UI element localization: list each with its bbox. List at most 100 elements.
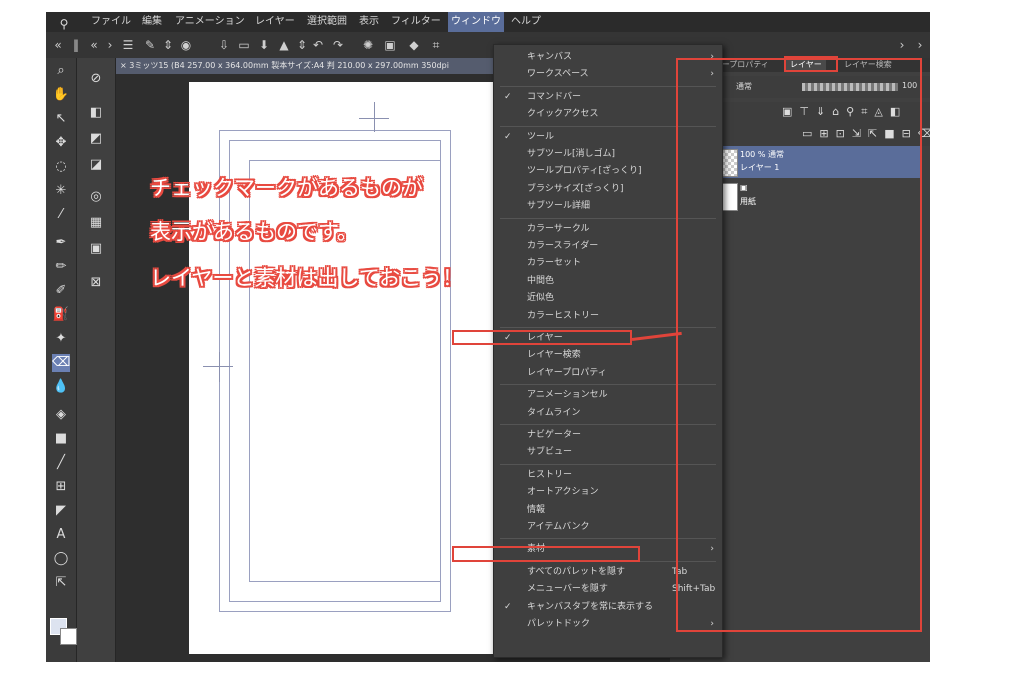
text-icon[interactable]: A <box>52 526 70 544</box>
sub-color-swatch[interactable] <box>60 628 77 645</box>
brush-icon[interactable]: ✐ <box>52 282 70 300</box>
eraser-icon[interactable]: ⌫ <box>52 354 70 372</box>
loading-icon[interactable]: ✺ <box>360 37 376 53</box>
open-folder-icon[interactable]: ▭ <box>236 37 252 53</box>
highlight-layer-palette <box>676 58 922 632</box>
expand-icon[interactable]: › <box>102 37 118 53</box>
eraser-soft-icon[interactable]: ◩ <box>87 130 105 148</box>
eraser-rough-icon[interactable]: ⊘ <box>87 70 105 88</box>
annotation-line-3: レイヤーと素材は出しておこう！ <box>150 266 464 290</box>
redo-icon[interactable]: ↷ <box>330 37 346 53</box>
airbrush-icon[interactable]: ⛽ <box>52 306 70 324</box>
menu-item-label: カラーヒストリー <box>527 310 600 321</box>
menu-edit[interactable]: 編集 <box>139 12 165 32</box>
zoom-icon[interactable]: ⌕ <box>52 62 70 80</box>
menu-item-label: レイヤープロパティ <box>527 367 607 378</box>
menu-item-label: アイテムバンク <box>527 522 590 532</box>
save-icon[interactable]: ⬇ <box>256 37 272 53</box>
menu-layer[interactable]: レイヤー <box>252 12 298 32</box>
check-icon: ✓ <box>504 601 512 612</box>
menu-item-label: オートアクション <box>527 487 599 498</box>
menu-item-label: ナビゲーター <box>527 430 582 440</box>
gradient-icon[interactable]: ■ <box>52 430 70 448</box>
menu-item-label: タイムライン <box>527 407 581 418</box>
annotation-line-1: チェックマークがあるものが <box>150 176 423 200</box>
eyedropper-icon[interactable]: ⁄ <box>52 206 70 224</box>
menu-item-label: カラースライダー <box>527 241 599 251</box>
move-icon[interactable]: ✥ <box>52 134 70 152</box>
stepper-icon-2[interactable]: ⇕ <box>294 37 310 53</box>
check-icon: ✓ <box>504 131 512 142</box>
eraser-layer-icon[interactable]: ▦ <box>87 214 105 232</box>
eraser-mask-icon[interactable]: ▣ <box>87 240 105 258</box>
fill-bucket-icon[interactable]: ◈ <box>52 406 70 424</box>
hand-icon[interactable]: ✋ <box>52 86 70 104</box>
menu-file[interactable]: ファイル <box>88 12 134 32</box>
eraser-cross-icon[interactable]: ⊠ <box>87 274 105 292</box>
crop-mark <box>219 352 220 382</box>
operation-icon[interactable]: ↖ <box>52 110 70 128</box>
menu-bar: ⚲ ファイル 編集 アニメーション レイヤー 選択範囲 表示 フィルター ウィン… <box>46 12 930 32</box>
sub-tool-palette: ⊘ ◧ ◩ ◪ ◎ ▦ ▣ ⊠ <box>77 58 116 662</box>
ruler-icon[interactable]: ◤ <box>52 502 70 520</box>
pane-icon[interactable]: ‖ <box>68 37 84 53</box>
collapse-icon-2[interactable]: « <box>86 37 102 53</box>
menu-item-label: ブラシサイズ[ざっくり] <box>527 183 624 194</box>
crop-mark <box>374 102 375 132</box>
balloon-icon[interactable]: ◯ <box>52 550 70 568</box>
eraser-hard-icon[interactable]: ◧ <box>87 104 105 122</box>
stepper-icon[interactable]: ⇕ <box>160 37 176 53</box>
menu-item-label: 中間色 <box>527 275 555 286</box>
menu-selection[interactable]: 選択範囲 <box>304 12 350 32</box>
menu-animation[interactable]: アニメーション <box>172 12 248 32</box>
menu-item-label: サブツール詳細 <box>527 201 591 212</box>
crop-mark <box>203 366 233 367</box>
fill-icon[interactable]: ◆ <box>406 37 422 53</box>
menu-item-label: カラーセット <box>527 258 582 269</box>
clear-icon[interactable]: ▣ <box>382 37 398 53</box>
correction-icon[interactable]: ⇱ <box>52 574 70 592</box>
menu-item-label: メニューバーを隠す <box>527 584 608 595</box>
collapse-icon[interactable]: « <box>50 37 66 53</box>
menu-filter[interactable]: フィルター <box>388 12 444 32</box>
menu-item-label: ヒストリー <box>527 469 573 480</box>
frame-icon[interactable]: ⊞ <box>52 478 70 496</box>
menu-item-label: クイックアクセス <box>527 109 599 120</box>
check-icon: ✓ <box>504 91 512 102</box>
menu-item-label: コマンドバー <box>527 91 582 102</box>
menu-icon[interactable]: ☰ <box>120 37 136 53</box>
menu-view[interactable]: 表示 <box>356 12 382 32</box>
import-icon[interactable]: ⇩ <box>216 37 232 53</box>
menu-item-label: すべてのパレットを隠す <box>527 566 626 577</box>
app-logo-icon[interactable]: ⚲ <box>56 14 72 31</box>
blend-icon[interactable]: 💧 <box>52 378 70 396</box>
pen-icon[interactable]: ✒ <box>52 234 70 252</box>
decoration-icon[interactable]: ✦ <box>52 330 70 348</box>
eraser-snap-icon[interactable]: ◎ <box>87 188 105 206</box>
menu-item-label: カラーサークル <box>527 223 590 234</box>
expand-right-icon-2[interactable]: › <box>912 37 928 53</box>
eraser-vector-icon[interactable]: ◪ <box>87 156 105 174</box>
menu-item-label: レイヤー検索 <box>527 350 581 361</box>
export-icon[interactable]: ▲ <box>276 37 292 53</box>
menu-item-label: 情報 <box>527 504 546 515</box>
transform-icon[interactable]: ⌗ <box>428 37 444 53</box>
highlight-layer-tab <box>784 56 838 72</box>
menu-item-label: キャンバス <box>527 52 573 62</box>
command-bar: « ‖ « › ☰ ✎ ⇕ ◉ ⇩ ▭ ⬇ ▲ ⇕ ↶ ↷ ✺ ▣ ◆ ⌗ › … <box>46 32 930 59</box>
highlight-layer-item <box>452 330 632 345</box>
expand-right-icon[interactable]: › <box>894 37 910 53</box>
line-icon[interactable]: ╱ <box>52 454 70 472</box>
menu-window[interactable]: ウィンドウ <box>448 12 504 32</box>
new-file-icon[interactable]: ✎ <box>142 37 158 53</box>
menu-help[interactable]: ヘルプ <box>508 12 544 32</box>
menu-item-label: 近似色 <box>527 293 555 304</box>
lasso-icon[interactable]: ◌ <box>52 158 70 176</box>
magic-wand-icon[interactable]: ✳ <box>52 182 70 200</box>
undo-icon[interactable]: ↶ <box>310 37 326 53</box>
record-icon[interactable]: ◉ <box>178 37 194 53</box>
pencil-icon[interactable]: ✏ <box>52 258 70 276</box>
menu-item-label: サブビュー <box>527 447 573 458</box>
highlight-material-item <box>452 546 640 562</box>
crop-mark <box>359 118 389 119</box>
